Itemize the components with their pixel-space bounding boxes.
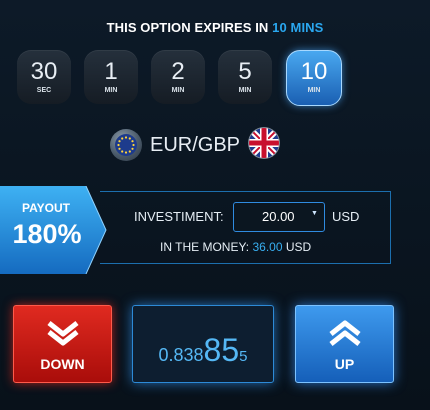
price-big-digits: 85: [203, 332, 240, 368]
price-prefix: 0.838: [158, 345, 204, 365]
caret-down-icon: ▼: [311, 210, 318, 217]
price-display: 0.838855: [133, 332, 273, 369]
investment-panel: INVESTIMENT: 20.00 ▼ USD IN THE MONEY: 3…: [100, 191, 391, 264]
asset-pair: EUR/GBP: [110, 126, 281, 164]
expiry-option-1-min[interactable]: 1 MIN: [84, 50, 138, 104]
expiry-option-value: 5: [238, 58, 252, 85]
payout-label: PAYOUT: [21, 201, 70, 215]
in-the-money-row: IN THE MONEY: 36.00 USD: [160, 240, 311, 254]
expiry-option-10-min[interactable]: 10 MIN: [286, 50, 342, 106]
up-button-label: UP: [334, 356, 355, 372]
eu-flag-icon: [110, 129, 142, 161]
asset-pair-label: EUR/GBP: [150, 133, 241, 156]
expiry-title-value: 10 MINS: [272, 20, 324, 35]
expiry-option-unit: MIN: [104, 87, 118, 94]
expiry-option-unit: MIN: [171, 87, 185, 94]
down-button-label: DOWN: [40, 356, 85, 372]
chevron-up-icon: [329, 320, 361, 346]
expiry-option-value: 1: [104, 58, 118, 85]
expiry-option-value: 2: [171, 58, 185, 85]
price-suffix: 5: [239, 348, 248, 365]
expiry-title: THIS OPTION EXPIRES IN 10 MINS: [0, 20, 430, 35]
in-the-money-amount: 36.00: [252, 240, 283, 254]
expiry-option-2-min[interactable]: 2 MIN: [151, 50, 205, 104]
in-the-money-currency: USD: [285, 240, 312, 254]
expiry-option-unit: MIN: [238, 87, 252, 94]
down-button[interactable]: DOWN: [13, 305, 112, 383]
expiry-option-5-min[interactable]: 5 MIN: [218, 50, 272, 104]
payout-badge: PAYOUT 180%: [0, 186, 108, 274]
in-the-money-label: IN THE MONEY:: [160, 240, 250, 254]
up-button[interactable]: UP: [295, 305, 394, 383]
expiry-option-30-sec[interactable]: 30 SEC: [17, 50, 71, 104]
expiry-option-unit: MIN: [307, 87, 321, 94]
investment-amount: 20.00: [262, 209, 295, 224]
expiry-options: 30 SEC 1 MIN 2 MIN 5 MIN 10 MIN: [17, 50, 347, 106]
expiry-option-value: 10: [300, 58, 328, 85]
payout-value: 180%: [12, 219, 82, 249]
double-chevron-down-icon: [47, 321, 79, 346]
expiry-title-prefix: THIS OPTION EXPIRES IN: [106, 20, 269, 35]
investment-amount-select[interactable]: 20.00 ▼: [233, 202, 325, 232]
current-price: 0.838855: [132, 305, 274, 383]
investment-label: INVESTIMENT:: [134, 209, 224, 224]
uk-flag-icon: [248, 126, 281, 164]
investment-currency: USD: [332, 209, 360, 224]
expiry-option-value: 30: [30, 58, 58, 85]
expiry-option-unit: SEC: [36, 87, 52, 94]
